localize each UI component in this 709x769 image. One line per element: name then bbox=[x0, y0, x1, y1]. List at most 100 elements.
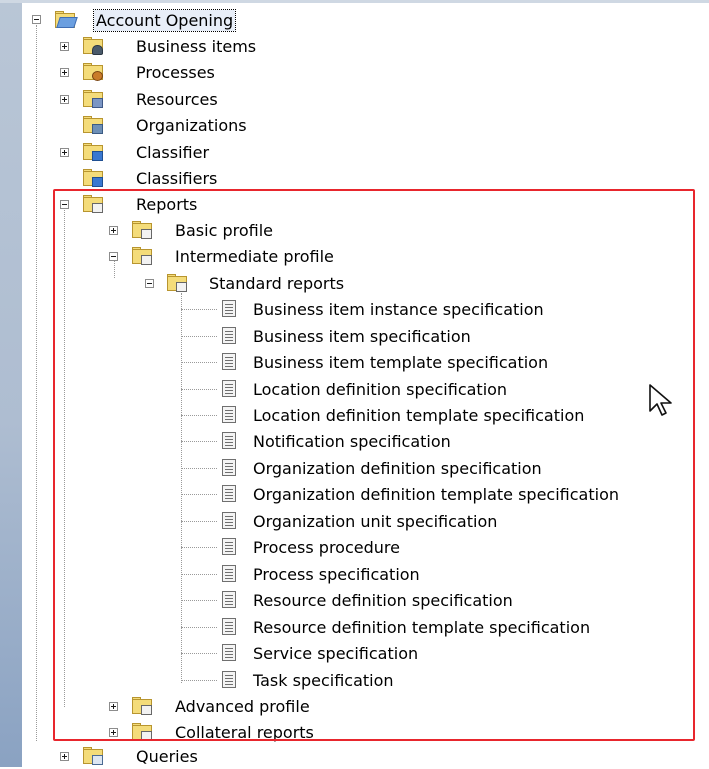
queries-folder-icon bbox=[83, 747, 103, 765]
report-document-icon bbox=[222, 380, 236, 397]
business-items-folder-icon bbox=[83, 37, 103, 55]
report-document-icon bbox=[222, 485, 236, 502]
tree-item-processes[interactable]: Processes bbox=[60, 59, 217, 85]
classifier-folder-icon bbox=[83, 143, 103, 161]
expand-expander[interactable] bbox=[109, 226, 118, 235]
expand-expander[interactable] bbox=[60, 752, 69, 761]
tree-connector bbox=[36, 25, 37, 741]
tree-item-label: Intermediate profile bbox=[175, 246, 334, 266]
report-item[interactable]: Business item instance specification bbox=[181, 296, 546, 322]
tree-item-label: Standard reports bbox=[209, 273, 345, 293]
tree-item-label: Process procedure bbox=[253, 537, 400, 557]
tree-item-classifiers[interactable]: Classifiers bbox=[60, 165, 219, 191]
collapse-expander[interactable] bbox=[109, 252, 118, 261]
tree-item-label: Process specification bbox=[253, 564, 420, 584]
report-item[interactable]: Business item template specification bbox=[181, 349, 550, 375]
tree-connector bbox=[64, 207, 65, 707]
tree-item-label: Classifiers bbox=[136, 168, 218, 188]
report-document-icon bbox=[222, 300, 236, 317]
tree-item-label: Organization definition template specifi… bbox=[253, 484, 619, 504]
collapse-expander[interactable] bbox=[32, 15, 41, 24]
tree-item-label: Task specification bbox=[253, 670, 394, 690]
tree-item-label: Organization unit specification bbox=[253, 511, 498, 531]
tree-item-label: Location definition specification bbox=[253, 379, 508, 399]
report-document-icon bbox=[222, 406, 236, 423]
tree-item-label: Account Opening bbox=[92, 8, 237, 32]
tree-item-label: Notification specification bbox=[253, 431, 451, 451]
report-item[interactable]: Process procedure bbox=[181, 534, 402, 560]
report-item[interactable]: Location definition specification bbox=[181, 376, 509, 402]
report-folder-icon bbox=[132, 221, 152, 239]
tree-item-label: Service specification bbox=[253, 643, 419, 663]
tree-item-organizations[interactable]: Organizations bbox=[60, 112, 249, 138]
report-document-icon bbox=[222, 538, 236, 555]
tree-item-label: Location definition template specificati… bbox=[253, 405, 585, 425]
tree-item-label: Basic profile bbox=[175, 220, 273, 240]
report-item[interactable]: Resource definition template specificati… bbox=[181, 614, 592, 640]
tree-item-basic-profile[interactable]: Basic profile bbox=[109, 217, 275, 243]
mouse-pointer-icon bbox=[649, 384, 672, 416]
tree-item-business-items[interactable]: Business items bbox=[60, 33, 258, 59]
report-document-icon bbox=[222, 591, 236, 608]
open-folder-icon bbox=[55, 11, 78, 29]
tree-item-label: Advanced profile bbox=[175, 696, 310, 716]
expand-expander[interactable] bbox=[60, 148, 69, 157]
tree-item-classifier[interactable]: Classifier bbox=[60, 139, 211, 165]
resources-folder-icon bbox=[83, 90, 103, 108]
tree-item-label: Collateral reports bbox=[175, 722, 314, 742]
expand-expander[interactable] bbox=[109, 702, 118, 711]
report-document-icon bbox=[222, 565, 236, 582]
report-item[interactable]: Process specification bbox=[181, 561, 422, 587]
tree-item-label: Classifier bbox=[136, 142, 210, 162]
report-item[interactable]: Organization definition template specifi… bbox=[181, 481, 621, 507]
tree-item-label: Organizations bbox=[136, 115, 247, 135]
tree-item-label: Business item specification bbox=[253, 326, 471, 346]
tree-item-label: Resources bbox=[136, 89, 218, 109]
report-document-icon bbox=[222, 459, 236, 476]
tree-item-advanced-profile[interactable]: Advanced profile bbox=[109, 693, 312, 719]
tree-item-label: Resource definition template specificati… bbox=[253, 617, 591, 637]
tree-item-standard-reports[interactable]: Standard reports bbox=[145, 270, 346, 296]
tree-item-label: Business item template specification bbox=[253, 352, 549, 372]
report-item[interactable]: Notification specification bbox=[181, 428, 453, 454]
processes-folder-icon bbox=[83, 63, 103, 81]
report-folder-icon bbox=[132, 247, 152, 265]
report-document-icon bbox=[222, 644, 236, 661]
report-item[interactable]: Task specification bbox=[181, 667, 396, 693]
report-document-icon bbox=[222, 327, 236, 344]
tree-item-label: Reports bbox=[136, 194, 198, 214]
report-item[interactable]: Resource definition specification bbox=[181, 587, 515, 613]
report-item[interactable]: Organization unit specification bbox=[181, 508, 499, 534]
tree-item-account-opening[interactable]: Account Opening bbox=[28, 7, 237, 33]
report-document-icon bbox=[222, 671, 236, 688]
collapse-expander[interactable] bbox=[60, 200, 69, 209]
expand-expander[interactable] bbox=[109, 728, 118, 737]
tree-item-collateral-reports[interactable]: Collateral reports bbox=[109, 719, 316, 745]
expand-expander[interactable] bbox=[60, 68, 69, 77]
tree-item-queries[interactable]: Queries bbox=[60, 743, 200, 769]
report-document-icon bbox=[222, 432, 236, 449]
organizations-folder-icon bbox=[83, 116, 103, 134]
report-item[interactable]: Location definition template specificati… bbox=[181, 402, 586, 428]
tree-item-resources[interactable]: Resources bbox=[60, 86, 220, 112]
project-tree[interactable]: Account Opening Business items Processes… bbox=[0, 0, 709, 767]
tree-item-label: Processes bbox=[136, 62, 215, 82]
tree-item-label: Queries bbox=[136, 746, 198, 766]
report-folder-icon bbox=[132, 697, 152, 715]
tree-item-label: Business items bbox=[136, 36, 257, 56]
reports-folder-icon bbox=[83, 195, 103, 213]
report-folder-icon bbox=[132, 723, 152, 741]
report-item[interactable]: Service specification bbox=[181, 640, 420, 666]
tree-item-reports[interactable]: Reports bbox=[60, 191, 199, 217]
report-document-icon bbox=[222, 618, 236, 635]
expand-expander[interactable] bbox=[60, 42, 69, 51]
report-folder-icon bbox=[167, 274, 187, 292]
report-item[interactable]: Business item specification bbox=[181, 323, 473, 349]
tree-item-label: Resource definition specification bbox=[253, 590, 513, 610]
tree-item-intermediate-profile[interactable]: Intermediate profile bbox=[109, 243, 336, 269]
collapse-expander[interactable] bbox=[145, 279, 154, 288]
report-document-icon bbox=[222, 512, 236, 529]
expand-expander[interactable] bbox=[60, 95, 69, 104]
report-item[interactable]: Organization definition specification bbox=[181, 455, 544, 481]
tree-item-label: Business item instance specification bbox=[253, 299, 544, 319]
